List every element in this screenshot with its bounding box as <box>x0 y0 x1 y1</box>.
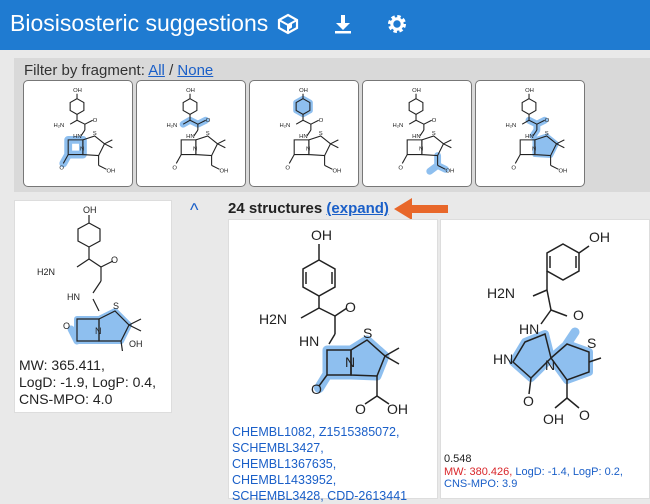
svg-text:N: N <box>306 147 310 153</box>
svg-text:N: N <box>345 354 355 370</box>
svg-text:O: O <box>111 255 118 265</box>
svg-text:S: S <box>587 335 596 351</box>
svg-text:OH: OH <box>129 339 143 349</box>
svg-text:H2N: H2N <box>37 267 55 277</box>
filter-none-link[interactable]: None <box>177 62 213 79</box>
svg-text:HN: HN <box>299 134 308 140</box>
svg-text:S: S <box>319 131 323 137</box>
query-properties: MW: 365.411, LogD: -1.9, LogP: 0.4, CNS-… <box>19 357 156 407</box>
svg-text:H2N: H2N <box>259 311 287 327</box>
compound-id-link[interactable]: SCHEMBL3427, <box>232 441 324 455</box>
expand-link[interactable]: (expand) <box>326 200 389 217</box>
svg-text:S: S <box>545 131 549 137</box>
fragment-option-3[interactable]: OH H₂N O HN S N O OH <box>249 80 359 187</box>
cube-icon[interactable] <box>276 12 300 36</box>
svg-text:HN: HN <box>493 351 513 367</box>
svg-text:OH: OH <box>558 168 567 174</box>
svg-text:O: O <box>545 118 550 124</box>
svg-text:OH: OH <box>543 411 564 427</box>
result-1-molecule-drawing: OH H2N O HN S N O OH O <box>259 227 408 417</box>
fragment-filter-panel: Filter by fragment: All / None OH H₂N O H <box>14 58 650 192</box>
svg-text:O: O <box>523 393 534 409</box>
svg-text:O: O <box>511 165 516 171</box>
svg-text:HN: HN <box>519 321 539 337</box>
page-title: Biosisosteric suggestions <box>10 10 269 36</box>
svg-text:N: N <box>545 357 555 373</box>
svg-text:O: O <box>579 407 590 423</box>
compound-id-link[interactable]: SCHEMBL3428, CDD-2613441 <box>232 489 407 503</box>
svg-text:S: S <box>363 325 372 341</box>
similarity-score: 0.548 <box>444 453 472 465</box>
svg-text:H₂N: H₂N <box>392 123 403 129</box>
pointer-arrow-icon <box>394 198 448 220</box>
filter-label: Filter by fragment: All / None <box>24 62 214 79</box>
svg-text:O: O <box>573 307 584 323</box>
svg-text:OH: OH <box>73 88 82 94</box>
svg-text:OH: OH <box>106 168 115 174</box>
svg-text:N: N <box>80 147 84 153</box>
query-molecule-drawing: OH H2N O HN S N O OH <box>37 205 143 356</box>
svg-text:OH: OH <box>186 88 195 94</box>
gear-icon[interactable] <box>385 12 409 36</box>
svg-text:H₂N: H₂N <box>279 123 290 129</box>
download-icon[interactable] <box>331 12 355 36</box>
svg-text:OH: OH <box>299 88 308 94</box>
app-header: Biosisosteric suggestions <box>0 0 650 50</box>
svg-text:OH: OH <box>219 168 228 174</box>
collapse-chevron-icon[interactable]: ^ <box>190 200 198 221</box>
svg-text:S: S <box>432 131 436 137</box>
svg-text:O: O <box>93 118 98 124</box>
svg-text:N: N <box>95 326 102 336</box>
svg-text:H₂N: H₂N <box>505 123 516 129</box>
svg-text:H₂N: H₂N <box>166 123 177 129</box>
svg-text:HN: HN <box>73 134 82 140</box>
svg-text:O: O <box>59 165 64 171</box>
svg-text:O: O <box>206 118 211 124</box>
svg-text:O: O <box>355 401 366 417</box>
svg-text:N: N <box>532 147 536 153</box>
svg-text:OH: OH <box>387 401 408 417</box>
result-2-properties: MW: 380.426, LogD: -1.4, LogP: 0.2, CNS-… <box>444 466 623 490</box>
svg-text:O: O <box>345 299 356 315</box>
svg-text:O: O <box>172 165 177 171</box>
svg-text:OH: OH <box>412 88 421 94</box>
filter-all-link[interactable]: All <box>148 62 165 79</box>
svg-text:N: N <box>193 147 197 153</box>
svg-text:OH: OH <box>332 168 341 174</box>
svg-text:HN: HN <box>412 134 421 140</box>
svg-text:H₂N: H₂N <box>53 123 64 129</box>
svg-text:O: O <box>63 321 70 331</box>
svg-text:O: O <box>398 165 403 171</box>
query-structure-card: OH H2N O HN S N O OH MW: 365.411, LogD: … <box>14 200 172 413</box>
svg-text:OH: OH <box>589 229 610 245</box>
svg-text:HN: HN <box>186 134 195 140</box>
compound-id-link[interactable]: CHEMBL1082, Z1515385072, <box>232 425 399 439</box>
svg-text:HN: HN <box>67 292 80 302</box>
svg-text:S: S <box>113 301 119 311</box>
svg-text:OH: OH <box>445 168 454 174</box>
result-1-identifiers: CHEMBL1082, Z1515385072, SCHEMBL3427, CH… <box>232 424 432 504</box>
results-count: 24 structures (expand) <box>228 200 389 217</box>
svg-text:OH: OH <box>83 205 97 215</box>
svg-text:S: S <box>93 131 97 137</box>
compound-id-link[interactable]: CHEMBL1367635, <box>232 457 336 471</box>
svg-text:O: O <box>319 118 324 124</box>
svg-text:H2N: H2N <box>487 285 515 301</box>
svg-text:OH: OH <box>311 227 332 243</box>
svg-text:O: O <box>285 165 290 171</box>
fragment-option-5[interactable]: OH H₂N O HN S N O OH <box>475 80 585 187</box>
svg-text:O: O <box>432 118 437 124</box>
svg-text:S: S <box>206 131 210 137</box>
fragment-option-4[interactable]: OH H₂N O HN S N O OH <box>362 80 472 187</box>
compound-id-link[interactable]: CHEMBL1433952, <box>232 473 336 487</box>
fragment-option-2[interactable]: OH H₂N O HN S N O OH <box>136 80 246 187</box>
fragment-option-1[interactable]: OH H₂N O HN S N O OH <box>23 80 133 187</box>
svg-text:N: N <box>419 147 423 153</box>
svg-text:HN: HN <box>299 333 319 349</box>
svg-text:OH: OH <box>525 88 534 94</box>
svg-text:HN: HN <box>525 134 534 140</box>
svg-text:O: O <box>311 381 322 397</box>
result-2-molecule-drawing: OH H2N O HN S N HN O O OH <box>487 229 610 427</box>
